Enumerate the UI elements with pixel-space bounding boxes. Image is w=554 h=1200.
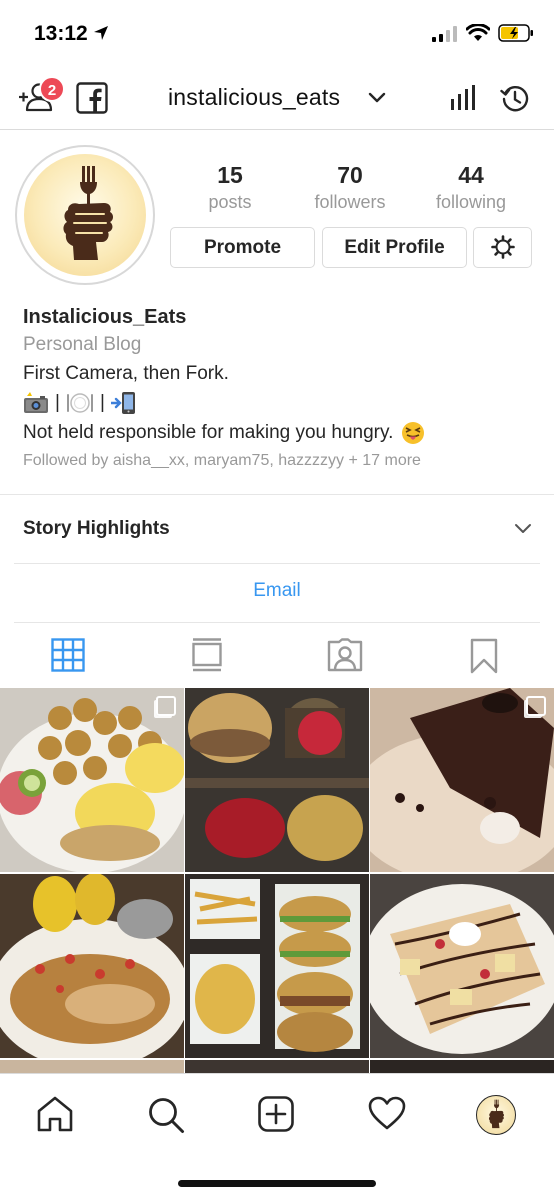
wifi-icon <box>466 24 490 41</box>
status-bar: 13:12 <box>0 0 554 62</box>
archive-history-icon[interactable] <box>500 84 530 114</box>
profile-category: Personal Blog <box>23 334 142 355</box>
bio-emoji-line: | | <box>23 388 543 418</box>
edit-profile-button[interactable]: Edit Profile <box>322 227 467 268</box>
bio-separator: | <box>99 392 105 413</box>
post-thumbnail[interactable] <box>370 688 554 872</box>
insights-icon[interactable] <box>450 85 476 111</box>
followers-count[interactable]: 70 followers <box>290 162 410 213</box>
status-time: 13:12 <box>34 22 88 45</box>
story-highlights-label[interactable]: Story Highlights <box>23 518 170 540</box>
phone-arrow-icon <box>110 392 135 414</box>
home-icon[interactable] <box>36 1096 74 1132</box>
location-arrow-icon <box>94 26 108 40</box>
fist-fork-logo <box>488 1099 504 1129</box>
cellular-signal-icon <box>432 26 457 42</box>
post-thumbnail[interactable] <box>370 874 554 1058</box>
divider <box>0 494 554 495</box>
battery-charging-icon <box>498 24 533 42</box>
top-navigation: 2 instalicious_eats <box>0 62 554 130</box>
fist-fork-logo <box>63 166 113 260</box>
tagged-photos-tab-icon[interactable] <box>327 638 363 672</box>
home-indicator[interactable] <box>178 1180 376 1187</box>
multiple-photos-icon <box>156 696 176 716</box>
chevron-down-icon[interactable] <box>368 92 386 104</box>
settings-button[interactable] <box>473 227 532 268</box>
post-thumbnail[interactable] <box>185 1060 369 1073</box>
profile-name: Instalicious_Eats <box>23 306 187 328</box>
post-thumbnail[interactable] <box>0 688 184 872</box>
profile-username[interactable]: instalicious_eats <box>168 84 340 111</box>
search-icon[interactable] <box>147 1096 185 1134</box>
bio-line: First Camera, then Fork. <box>23 363 229 384</box>
divider <box>14 622 540 623</box>
bio-disclaimer: Not held responsible for making you hung… <box>23 418 543 447</box>
following-count[interactable]: 44 following <box>411 162 531 213</box>
profile-avatar-icon[interactable] <box>476 1095 516 1135</box>
promote-button[interactable]: Promote <box>170 227 315 268</box>
saved-bookmark-tab-icon[interactable] <box>470 638 498 674</box>
profile-bio: Instalicious_Eats Personal Blog First Ca… <box>23 303 543 475</box>
followed-by-text[interactable]: Followed by aisha__xx, maryam75, hazzzzy… <box>23 447 543 475</box>
new-post-icon[interactable] <box>258 1096 294 1132</box>
camera-flash-icon <box>24 392 48 413</box>
post-thumbnail[interactable] <box>185 874 369 1058</box>
notification-badge: 2 <box>39 76 65 102</box>
plate-cutlery-icon <box>66 393 93 413</box>
posts-count-label: posts <box>208 192 252 212</box>
chevron-down-icon[interactable] <box>514 523 532 535</box>
posts-count-value: 15 <box>217 162 243 188</box>
feed-view-tab-icon[interactable] <box>192 638 222 672</box>
facebook-icon[interactable] <box>76 82 108 114</box>
bio-disclaimer-text: Not held responsible for making you hung… <box>23 422 394 443</box>
followers-count-label: followers <box>314 192 386 212</box>
grid-view-tab-icon[interactable] <box>51 638 85 672</box>
activity-heart-icon[interactable] <box>368 1096 406 1130</box>
posts-grid <box>0 688 554 1073</box>
followers-count-value: 70 <box>337 162 363 188</box>
multiple-photos-icon <box>526 696 546 716</box>
post-thumbnail[interactable] <box>185 688 369 872</box>
post-thumbnail[interactable] <box>0 1060 184 1073</box>
posts-count[interactable]: 15 posts <box>170 162 290 213</box>
post-thumbnail[interactable] <box>0 874 184 1058</box>
bio-separator: | <box>55 392 60 413</box>
divider <box>14 563 540 564</box>
email-button[interactable]: Email <box>0 580 554 602</box>
profile-avatar[interactable] <box>15 145 155 285</box>
squinting-tongue-emoji-icon <box>402 421 425 444</box>
gear-icon <box>490 235 515 259</box>
following-count-value: 44 <box>458 162 484 188</box>
following-count-label: following <box>435 192 507 212</box>
post-thumbnail[interactable] <box>370 1060 554 1073</box>
